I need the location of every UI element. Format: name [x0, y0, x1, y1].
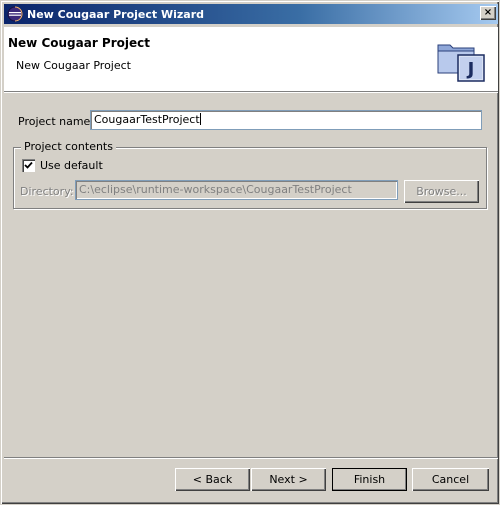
page-title: New Cougaar Project [8, 36, 150, 50]
title-bar[interactable]: New Cougaar Project Wizard × [4, 4, 498, 24]
project-name-input[interactable]: CougaarTestProject [90, 110, 482, 130]
close-button[interactable]: × [480, 6, 496, 20]
wizard-header: New Cougaar Project New Cougaar Project … [4, 27, 498, 91]
project-name-label: Project name: [18, 115, 95, 128]
text-caret [199, 113, 201, 125]
project-contents-legend: Project contents [21, 140, 116, 153]
checkmark-icon [24, 161, 33, 169]
directory-label: Directory: [20, 185, 74, 198]
java-j-letter: J [466, 59, 475, 80]
back-button[interactable]: < Back [175, 468, 250, 491]
finish-button[interactable]: Finish [332, 468, 407, 491]
directory-input[interactable]: C:\eclipse\runtime-workspace\CougaarTest… [75, 180, 398, 200]
java-project-icon: J [436, 39, 490, 83]
wizard-window: New Cougaar Project Wizard × New Cougaar… [0, 0, 500, 505]
cancel-button[interactable]: Cancel [412, 468, 489, 491]
eclipse-icon [7, 6, 23, 22]
browse-button[interactable]: Browse... [404, 180, 479, 203]
close-icon: × [483, 7, 493, 18]
page-description: New Cougaar Project [16, 59, 131, 72]
next-button[interactable]: Next > [251, 468, 326, 491]
project-name-value: CougaarTestProject [94, 113, 200, 126]
use-default-label[interactable]: Use default [40, 159, 103, 172]
window-title: New Cougaar Project Wizard [27, 7, 205, 21]
use-default-checkbox[interactable] [22, 159, 35, 172]
header-separator [4, 91, 498, 93]
directory-value: C:\eclipse\runtime-workspace\CougaarTest… [79, 183, 352, 196]
footer-separator [4, 457, 498, 459]
